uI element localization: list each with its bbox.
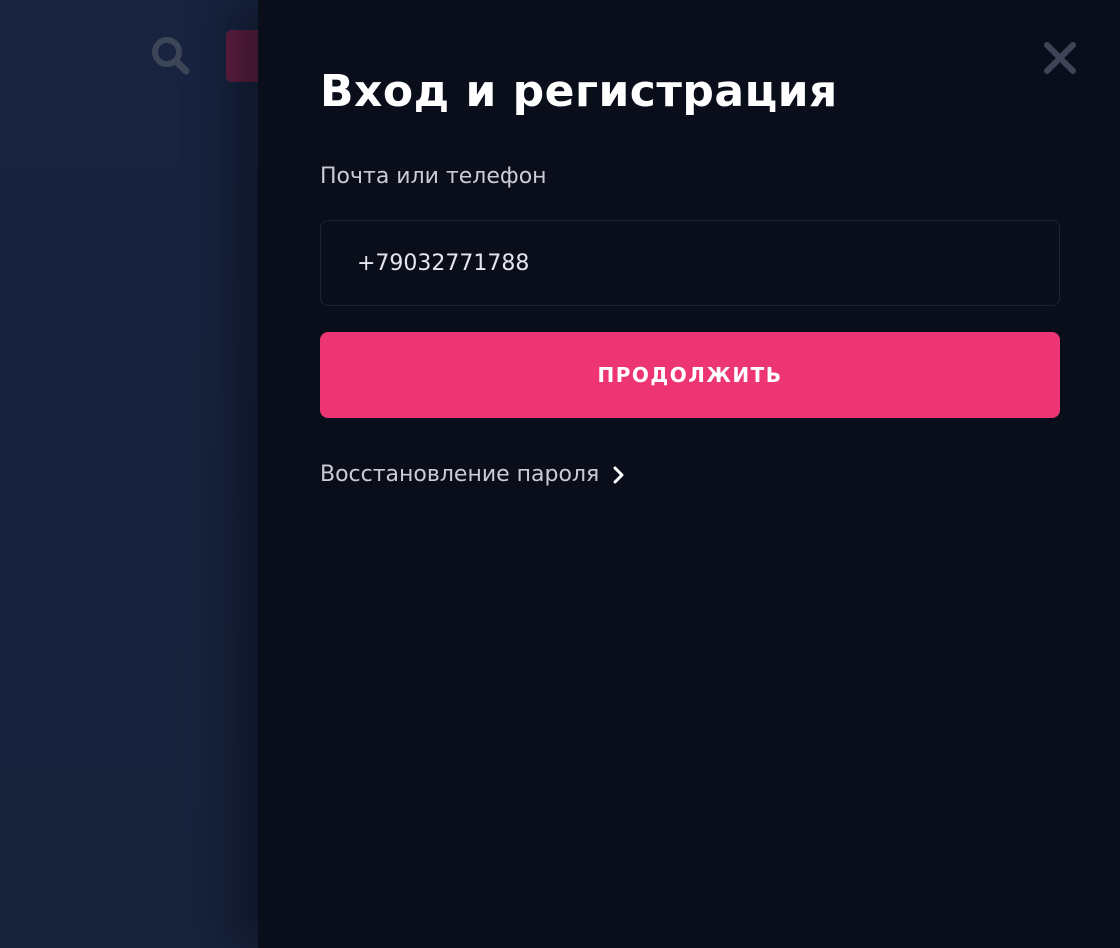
continue-button[interactable]: ПРОДОЛЖИТЬ (320, 332, 1060, 418)
auth-drawer: Вход и регистрация Почта или телефон ПРО… (258, 0, 1120, 948)
password-recovery-label: Восстановление пароля (320, 462, 600, 487)
phone-email-label: Почта или телефон (320, 164, 547, 189)
search-icon[interactable] (148, 33, 192, 77)
phone-email-field (320, 220, 1060, 306)
drawer-title: Вход и регистрация (320, 66, 838, 117)
close-button[interactable] (1040, 40, 1080, 80)
password-recovery-link[interactable]: Восстановление пароля (320, 458, 627, 492)
close-icon (1042, 40, 1078, 80)
chevron-right-icon (611, 465, 627, 485)
phone-email-input[interactable] (321, 221, 1059, 305)
